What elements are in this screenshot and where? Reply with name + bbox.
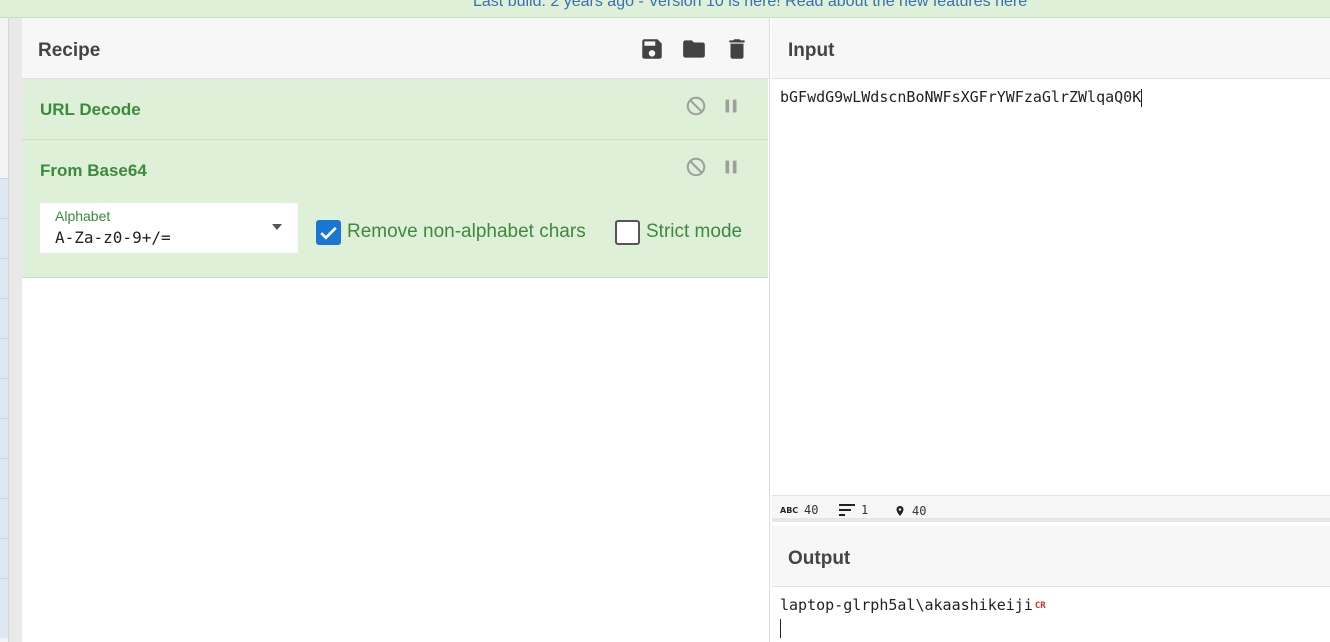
breakpoint-button[interactable] — [720, 95, 742, 117]
dropdown-caret-icon[interactable] — [272, 224, 282, 230]
panel-resizer[interactable] — [8, 18, 22, 642]
disable-icon — [686, 96, 706, 116]
checkmark-icon — [320, 226, 337, 240]
operation-url-decode[interactable]: URL Decode — [22, 79, 768, 140]
output-title: Output — [788, 548, 851, 569]
pause-icon — [725, 160, 737, 174]
alphabet-select[interactable]: Alphabet A-Za-z0-9+/= — [40, 203, 298, 253]
banner-here-link[interactable]: here — [995, 0, 1027, 10]
svg-text:ABC: ABC — [780, 506, 798, 515]
output-header: Output — [772, 526, 1330, 587]
input-panel: Input bGFwdG9wLWdscnBoNWFsXGFrYWFzaGlrZW… — [772, 18, 1330, 495]
operation-title: URL Decode — [40, 100, 141, 119]
cursor-position: 40 — [894, 503, 926, 519]
banner-message: Last build: 2 years ago - Version 10 is … — [473, 0, 996, 10]
alphabet-value: A-Za-z0-9+/= — [55, 228, 171, 247]
operations-panel-edge — [0, 18, 22, 642]
text-cursor — [1141, 88, 1143, 107]
remove-non-alphabet-checkbox[interactable] — [316, 220, 341, 245]
output-panel: Output laptop-glrph5al\akaashikeiji CR — [772, 526, 1330, 642]
breakpoint-button[interactable] — [720, 156, 742, 178]
recipe-header: Recipe — [22, 18, 769, 79]
output-textarea[interactable]: laptop-glrph5al\akaashikeiji CR — [780, 596, 1046, 614]
disable-icon — [686, 157, 706, 177]
char-count: ABC 40 — [780, 503, 818, 517]
output-value: laptop-glrph5al\akaashikeiji — [780, 596, 1033, 614]
strict-mode-checkbox[interactable] — [615, 220, 640, 245]
input-value: bGFwdG9wLWdscnBoNWFsXGFrYWFzaGlrZWlqaQ0K — [780, 88, 1142, 106]
carriage-return-marker: CR — [1034, 600, 1046, 611]
operation-from-base64[interactable]: From Base64 Alphabet A-Za-z0-9+/= Remove… — [22, 140, 768, 278]
operations-list-edge — [0, 178, 8, 638]
load-recipe-button[interactable] — [681, 36, 709, 64]
folder-icon — [683, 40, 705, 58]
input-status-bar: ABC 40 1 40 — [772, 495, 1330, 522]
input-textarea[interactable]: bGFwdG9wLWdscnBoNWFsXGFrYWFzaGlrZWlqaQ0K — [780, 88, 1143, 107]
location-pin-icon — [896, 506, 904, 516]
char-count-value: 40 — [804, 503, 819, 517]
trash-icon — [729, 39, 745, 59]
lines-icon — [839, 504, 855, 516]
input-header: Input — [772, 18, 1330, 79]
line-count-value: 1 — [861, 503, 869, 517]
disable-operation-button[interactable] — [685, 156, 707, 178]
save-icon — [642, 39, 662, 59]
recipe-title: Recipe — [38, 40, 101, 61]
alphabet-label: Alphabet — [55, 208, 111, 224]
save-recipe-button[interactable] — [639, 36, 667, 64]
disable-operation-button[interactable] — [685, 95, 707, 117]
banner-text: Last build: 2 years ago - Version 10 is … — [473, 0, 1027, 11]
input-title: Input — [788, 40, 835, 61]
strict-mode-label[interactable]: Strict mode — [646, 221, 742, 243]
operation-title: From Base64 — [40, 161, 147, 180]
text-cursor — [780, 619, 781, 638]
line-count: 1 — [839, 503, 868, 517]
version-banner: Last build: 2 years ago - Version 10 is … — [0, 0, 1330, 18]
recipe-panel: Recipe URL Decode From Base64 Alphabet A… — [22, 18, 770, 642]
clear-recipe-button[interactable] — [724, 36, 752, 64]
abc-icon: ABC — [780, 506, 798, 515]
cursor-position-value: 40 — [912, 504, 927, 518]
remove-non-alphabet-label[interactable]: Remove non-alphabet chars — [347, 221, 586, 243]
pause-icon — [725, 99, 737, 113]
